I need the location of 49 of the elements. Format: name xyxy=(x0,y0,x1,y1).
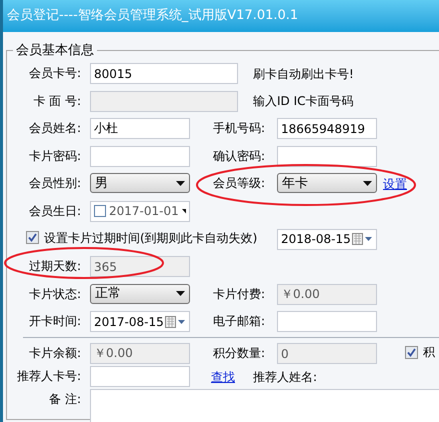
calendar-icon[interactable] xyxy=(352,233,373,246)
text-field[interactable] xyxy=(277,146,377,167)
dropdown[interactable]: 正常 xyxy=(90,284,190,304)
checkbox[interactable] xyxy=(405,346,418,359)
hint-text: 刷卡自动刷出卡号! xyxy=(253,66,354,82)
window-title: 会员登记----智络会员管理系统_试用版V17.01.0.1 xyxy=(7,7,298,26)
field-label: 积分数量: xyxy=(212,345,266,362)
text-field[interactable] xyxy=(90,366,190,388)
field-label: 手机号码: xyxy=(212,120,266,138)
text-field[interactable] xyxy=(90,146,190,167)
field-label: 会员姓名: xyxy=(28,120,82,138)
field-label: 开卡时间: xyxy=(28,313,82,330)
checkbox-label: 设置卡片过期时间(到期则此卡自动失效) xyxy=(44,230,258,247)
field-label: 会员等级: xyxy=(212,175,266,192)
checkbox[interactable] xyxy=(94,205,106,218)
text-field[interactable]: 80015 xyxy=(90,63,238,84)
checkbox-label: 积 xyxy=(423,344,435,362)
field-label: 卡片付费: xyxy=(212,286,266,303)
caret-icon xyxy=(182,208,186,214)
hint-text: 输入ID IC卡面号码 xyxy=(253,93,354,110)
date-picker[interactable]: 2018-08-15 xyxy=(277,228,377,250)
field-label: 卡片密码: xyxy=(28,148,82,165)
caret-icon xyxy=(176,180,185,186)
date-picker[interactable]: 2017-01-01 xyxy=(90,200,190,222)
field-label: 过期天数: xyxy=(28,258,82,276)
caret-icon xyxy=(363,180,372,186)
date-picker[interactable]: 2017-08-15 xyxy=(90,311,190,332)
field-label: 电子邮箱: xyxy=(212,313,266,330)
dropdown[interactable]: 年卡 xyxy=(277,173,377,194)
text-field[interactable]: 18665948919 xyxy=(277,118,377,140)
calendar-icon[interactable] xyxy=(165,316,186,328)
group-title: 会员基本信息 xyxy=(13,43,97,59)
field-label: 推荐人姓名: xyxy=(253,368,318,386)
field-label: 备 注: xyxy=(48,391,82,408)
field-label: 卡 面 号: xyxy=(32,92,82,110)
field-label: 会员生日: xyxy=(28,202,82,220)
text-field[interactable]: 小杜 xyxy=(90,118,190,140)
field-label: 会员卡号: xyxy=(28,65,82,82)
caret-icon xyxy=(176,291,185,296)
link[interactable]: 查找 xyxy=(211,368,235,386)
dropdown[interactable]: 男 xyxy=(90,173,190,194)
checkbox[interactable] xyxy=(26,231,39,244)
text-field[interactable] xyxy=(277,311,377,332)
field-label: 卡片余额: xyxy=(28,345,82,362)
field-label: 会员性别: xyxy=(28,175,82,192)
field-label: 确认密码: xyxy=(212,148,266,165)
field-label: 推荐人卡号: xyxy=(16,368,82,386)
link[interactable]: 设置 xyxy=(383,174,407,193)
field-label: 卡片状态: xyxy=(28,286,82,303)
